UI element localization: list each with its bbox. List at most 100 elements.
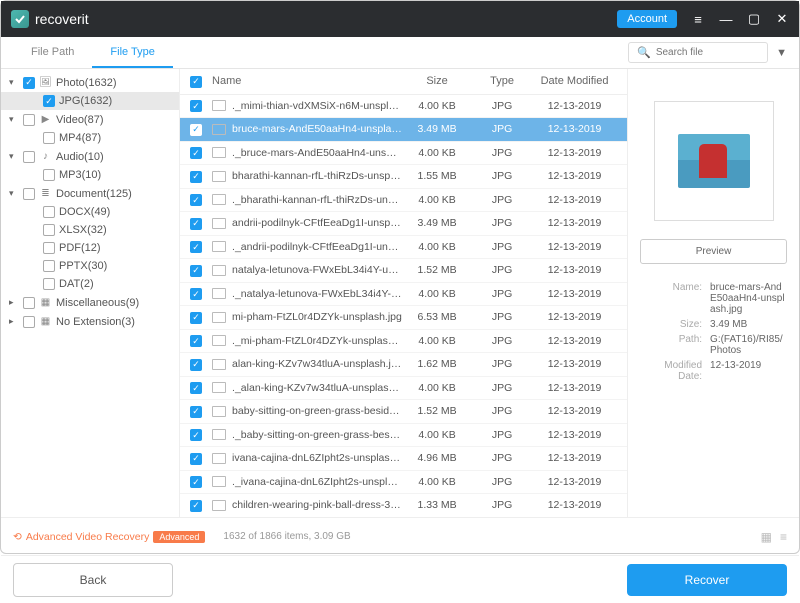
- row-checkbox[interactable]: ✓: [190, 241, 202, 253]
- row-checkbox[interactable]: ✓: [190, 500, 202, 512]
- col-size[interactable]: Size: [402, 75, 472, 87]
- minimize-icon[interactable]: —: [719, 12, 733, 26]
- list-view-icon[interactable]: ≡: [780, 530, 787, 544]
- search-input[interactable]: 🔍: [628, 42, 768, 63]
- file-icon: [212, 100, 226, 111]
- file-icon: [212, 265, 226, 276]
- row-checkbox[interactable]: ✓: [190, 100, 202, 112]
- table-header: ✓ Name Size Type Date Modified: [180, 69, 627, 95]
- file-icon: [212, 476, 226, 487]
- row-checkbox[interactable]: ✓: [190, 359, 202, 371]
- refresh-icon: ⟲: [13, 531, 22, 543]
- table-row[interactable]: ✓ children-wearing-pink-ball-dress-360..…: [180, 494, 627, 517]
- tab-file-type[interactable]: File Type: [92, 38, 172, 68]
- file-icon: [212, 429, 226, 440]
- file-icon: [212, 288, 226, 299]
- titlebar: recoverit Account ≡ — ▢ ✕: [1, 1, 799, 37]
- sidebar-item[interactable]: MP4(87): [1, 129, 179, 147]
- meta-date: 12-13-2019: [710, 360, 787, 382]
- row-checkbox[interactable]: ✓: [190, 218, 202, 230]
- col-type[interactable]: Type: [472, 75, 532, 87]
- table-row[interactable]: ✓ ._baby-sitting-on-green-grass-beside..…: [180, 424, 627, 448]
- file-icon: [212, 241, 226, 252]
- file-icon: [212, 382, 226, 393]
- advanced-video-recovery[interactable]: ⟲ Advanced Video Recovery Advanced: [13, 531, 205, 543]
- menu-icon[interactable]: ≡: [691, 12, 705, 26]
- sidebar-category[interactable]: ▾≣Document(125): [1, 184, 179, 203]
- file-icon: [212, 500, 226, 511]
- file-icon: [212, 147, 226, 158]
- table-row[interactable]: ✓ baby-sitting-on-green-grass-beside-...…: [180, 400, 627, 424]
- table-row[interactable]: ✓ bharathi-kannan-rfL-thiRzDs-unspla... …: [180, 165, 627, 189]
- maximize-icon[interactable]: ▢: [747, 12, 761, 26]
- filter-icon[interactable]: ▼: [776, 47, 787, 59]
- select-all-cb[interactable]: ✓: [190, 76, 202, 88]
- row-checkbox[interactable]: ✓: [190, 312, 202, 324]
- close-icon[interactable]: ✕: [775, 12, 789, 26]
- status-text: 1632 of 1866 items, 3.09 GB: [223, 531, 350, 542]
- file-icon: [212, 335, 226, 346]
- row-checkbox[interactable]: ✓: [190, 476, 202, 488]
- row-checkbox[interactable]: ✓: [190, 335, 202, 347]
- row-checkbox[interactable]: ✓: [190, 382, 202, 394]
- table-row[interactable]: ✓ ._mimi-thian-vdXMSiX-n6M-unsplash... 4…: [180, 95, 627, 119]
- advanced-badge: Advanced: [153, 531, 205, 543]
- table-row[interactable]: ✓ natalya-letunova-FWxEbL34i4Y-unspl... …: [180, 259, 627, 283]
- table-row[interactable]: ✓ andrii-podilnyk-CFtfEeaDg1I-unspla... …: [180, 212, 627, 236]
- file-icon: [212, 359, 226, 370]
- table-body: ✓ ._mimi-thian-vdXMSiX-n6M-unsplash... 4…: [180, 95, 627, 518]
- preview-button[interactable]: Preview: [640, 239, 787, 264]
- col-date[interactable]: Date Modified: [532, 75, 617, 87]
- sidebar-item[interactable]: DOCX(49): [1, 203, 179, 221]
- meta-name: bruce-mars-AndE50aaHn4-unsplash.jpg: [710, 282, 787, 315]
- meta-path: G:(FAT16)/RI85/Photos: [710, 334, 787, 356]
- row-checkbox[interactable]: ✓: [190, 406, 202, 418]
- table-row[interactable]: ✓ mi-pham-FtZL0r4DZYk-unsplash.jpg 6.53 …: [180, 306, 627, 330]
- sidebar-category[interactable]: ▾▶Video(87): [1, 110, 179, 129]
- table-row[interactable]: ✓ ivana-cajina-dnL6ZIpht2s-unsplash.jpg …: [180, 447, 627, 471]
- account-button[interactable]: Account: [617, 10, 677, 28]
- search-field[interactable]: [656, 47, 759, 58]
- recover-button[interactable]: Recover: [627, 564, 787, 596]
- sidebar-item[interactable]: MP3(10): [1, 166, 179, 184]
- sidebar-category[interactable]: ▸▦No Extension(3): [1, 312, 179, 331]
- file-icon: [212, 218, 226, 229]
- meta-size: 3.49 MB: [710, 319, 787, 330]
- preview-panel: Preview Name:bruce-mars-AndE50aaHn4-unsp…: [628, 69, 799, 517]
- sidebar-item[interactable]: PDF(12): [1, 239, 179, 257]
- table-row[interactable]: ✓ bruce-mars-AndE50aaHn4-unsplash... 3.4…: [180, 118, 627, 142]
- col-name[interactable]: Name: [212, 75, 402, 87]
- row-checkbox[interactable]: ✓: [190, 147, 202, 159]
- table-row[interactable]: ✓ ._bruce-mars-AndE50aaHn4-unsplas... 4.…: [180, 142, 627, 166]
- row-checkbox[interactable]: ✓: [190, 265, 202, 277]
- sidebar-item[interactable]: ✓JPG(1632): [1, 92, 179, 110]
- app-name: recoverit: [35, 11, 89, 27]
- table-row[interactable]: ✓ ._bharathi-kannan-rfL-thiRzDs-unspl...…: [180, 189, 627, 213]
- row-checkbox[interactable]: ✓: [190, 171, 202, 183]
- tab-file-path[interactable]: File Path: [13, 38, 92, 68]
- table-row[interactable]: ✓ alan-king-KZv7w34tluA-unsplash.jpg 1.6…: [180, 353, 627, 377]
- sidebar-item[interactable]: XLSX(32): [1, 221, 179, 239]
- file-icon: [212, 124, 226, 135]
- grid-view-icon[interactable]: ▦: [761, 530, 772, 544]
- logo-icon: [11, 10, 29, 28]
- preview-image: [654, 101, 774, 221]
- table-row[interactable]: ✓ ._ivana-cajina-dnL6ZIpht2s-unsplash...…: [180, 471, 627, 495]
- file-icon: [212, 171, 226, 182]
- sidebar-category[interactable]: ▸▦Miscellaneous(9): [1, 293, 179, 312]
- row-checkbox[interactable]: ✓: [190, 194, 202, 206]
- table-row[interactable]: ✓ ._andrii-podilnyk-CFtfEeaDg1I-unspla..…: [180, 236, 627, 260]
- sidebar-item[interactable]: DAT(2): [1, 275, 179, 293]
- back-button[interactable]: Back: [13, 563, 173, 597]
- row-checkbox[interactable]: ✓: [190, 124, 202, 136]
- row-checkbox[interactable]: ✓: [190, 288, 202, 300]
- sidebar-category[interactable]: ▾♪Audio(10): [1, 147, 179, 166]
- table-row[interactable]: ✓ ._natalya-letunova-FWxEbL34i4Y-uns... …: [180, 283, 627, 307]
- sidebar-item[interactable]: PPTX(30): [1, 257, 179, 275]
- table-row[interactable]: ✓ ._mi-pham-FtZL0r4DZYk-unsplash.jpg 4.0…: [180, 330, 627, 354]
- row-checkbox[interactable]: ✓: [190, 429, 202, 441]
- sidebar-category[interactable]: ▾✓🖼Photo(1632): [1, 73, 179, 92]
- button-bar: Back Recover: [1, 555, 799, 603]
- table-row[interactable]: ✓ ._alan-king-KZv7w34tluA-unsplash.jpg 4…: [180, 377, 627, 401]
- row-checkbox[interactable]: ✓: [190, 453, 202, 465]
